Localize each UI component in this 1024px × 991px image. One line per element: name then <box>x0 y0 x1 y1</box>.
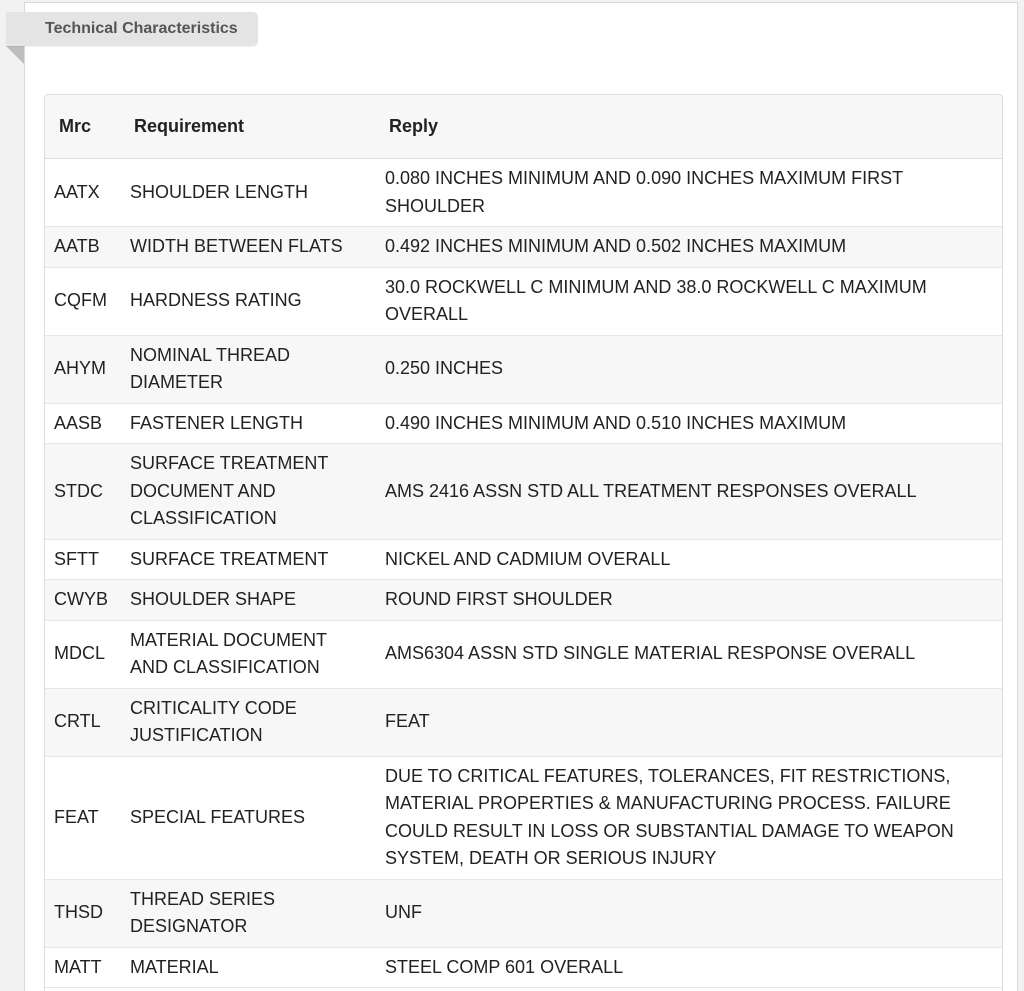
cell-requirement: SHOULDER SHAPE <box>121 579 376 621</box>
cell-mrc: CQFM <box>45 267 121 336</box>
cell-reply: 0.492 INCHES MINIMUM AND 0.502 INCHES MA… <box>376 226 1002 268</box>
column-header-mrc: Mrc <box>45 95 121 159</box>
cell-reply: AMS6304 ASSN STD SINGLE MATERIAL RESPONS… <box>376 620 1002 689</box>
cell-mrc: MATT <box>45 947 121 988</box>
cell-mrc: MDCL <box>45 620 121 689</box>
cell-mrc: AHYM <box>45 335 121 404</box>
cell-mrc: THSD <box>45 879 121 948</box>
table-row: THSD THREAD SERIES DESIGNATOR UNF <box>45 879 1002 948</box>
cell-mrc: AATX <box>45 158 121 227</box>
table-row: CQFM HARDNESS RATING 30.0 ROCKWELL C MIN… <box>45 267 1002 336</box>
cell-reply: 0.080 INCHES MINIMUM AND 0.090 INCHES MA… <box>376 158 1002 227</box>
table-row: SFTT SURFACE TREATMENT NICKEL AND CADMIU… <box>45 539 1002 580</box>
technical-characteristics-table: Mrc Requirement Reply AATX SHOULDER LENG… <box>45 95 1002 988</box>
cell-reply: UNF <box>376 879 1002 948</box>
technical-characteristics-panel: Mrc Requirement Reply AATX SHOULDER LENG… <box>44 94 1003 991</box>
cell-requirement: SURFACE TREATMENT DOCUMENT AND CLASSIFIC… <box>121 443 376 540</box>
cell-reply: 0.250 INCHES <box>376 335 1002 404</box>
cell-requirement: SURFACE TREATMENT <box>121 539 376 580</box>
cell-mrc: CRTL <box>45 688 121 757</box>
table-header-row: Mrc Requirement Reply <box>45 95 1002 159</box>
column-header-requirement: Requirement <box>121 95 376 159</box>
cell-reply: 30.0 ROCKWELL C MINIMUM AND 38.0 ROCKWEL… <box>376 267 1002 336</box>
table-row: MATT MATERIAL STEEL COMP 601 OVERALL <box>45 947 1002 988</box>
cell-requirement: MATERIAL <box>121 947 376 988</box>
table-row: AASB FASTENER LENGTH 0.490 INCHES MINIMU… <box>45 403 1002 444</box>
cell-reply: NICKEL AND CADMIUM OVERALL <box>376 539 1002 580</box>
cell-reply: STEEL COMP 601 OVERALL <box>376 947 1002 988</box>
cell-requirement: WIDTH BETWEEN FLATS <box>121 226 376 268</box>
cell-mrc: SFTT <box>45 539 121 580</box>
cell-mrc: STDC <box>45 443 121 540</box>
cell-reply: FEAT <box>376 688 1002 757</box>
table-row: STDC SURFACE TREATMENT DOCUMENT AND CLAS… <box>45 443 1002 540</box>
table-row: AATB WIDTH BETWEEN FLATS 0.492 INCHES MI… <box>45 226 1002 268</box>
cell-mrc: CWYB <box>45 579 121 621</box>
cell-requirement: HARDNESS RATING <box>121 267 376 336</box>
table-row: MDCL MATERIAL DOCUMENT AND CLASSIFICATIO… <box>45 620 1002 689</box>
cell-requirement: FASTENER LENGTH <box>121 403 376 444</box>
cell-requirement: CRITICALITY CODE JUSTIFICATION <box>121 688 376 757</box>
cell-reply: AMS 2416 ASSN STD ALL TREATMENT RESPONSE… <box>376 443 1002 540</box>
cell-requirement: MATERIAL DOCUMENT AND CLASSIFICATION <box>121 620 376 689</box>
cell-reply: 0.490 INCHES MINIMUM AND 0.510 INCHES MA… <box>376 403 1002 444</box>
table-row: FEAT SPECIAL FEATURES DUE TO CRITICAL FE… <box>45 756 1002 880</box>
table-row: CWYB SHOULDER SHAPE ROUND FIRST SHOULDER <box>45 579 1002 621</box>
table-row: CRTL CRITICALITY CODE JUSTIFICATION FEAT <box>45 688 1002 757</box>
cell-mrc: AATB <box>45 226 121 268</box>
cell-reply: DUE TO CRITICAL FEATURES, TOLERANCES, FI… <box>376 756 1002 880</box>
cell-requirement: SHOULDER LENGTH <box>121 158 376 227</box>
cell-requirement: THREAD SERIES DESIGNATOR <box>121 879 376 948</box>
ribbon-fold <box>6 46 24 64</box>
cell-requirement: NOMINAL THREAD DIAMETER <box>121 335 376 404</box>
section-title-ribbon: Technical Characteristics <box>6 12 258 46</box>
cell-mrc: AASB <box>45 403 121 444</box>
table-row: AHYM NOMINAL THREAD DIAMETER 0.250 INCHE… <box>45 335 1002 404</box>
cell-requirement: SPECIAL FEATURES <box>121 756 376 880</box>
cell-mrc: FEAT <box>45 756 121 880</box>
cell-reply: ROUND FIRST SHOULDER <box>376 579 1002 621</box>
table-row: AATX SHOULDER LENGTH 0.080 INCHES MINIMU… <box>45 158 1002 227</box>
column-header-reply: Reply <box>376 95 1002 159</box>
